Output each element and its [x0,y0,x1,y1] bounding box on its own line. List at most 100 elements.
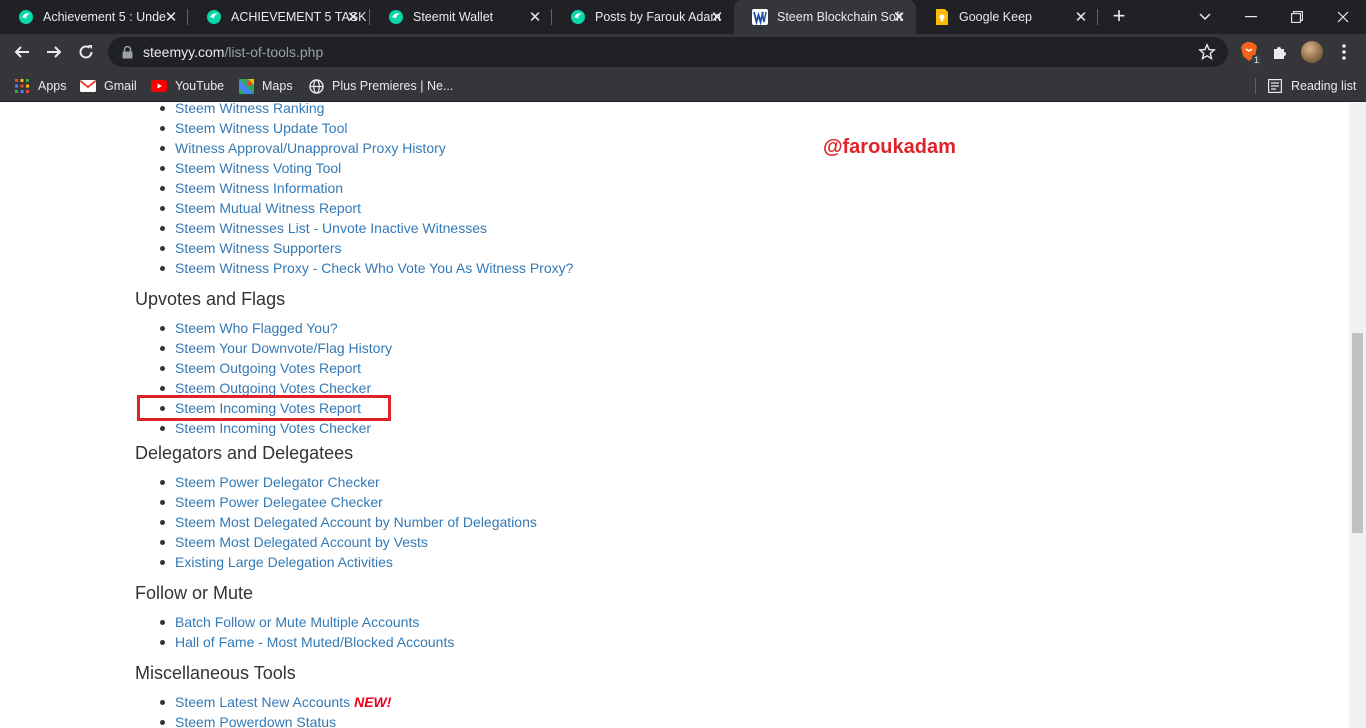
bookmark-plus-premieres[interactable]: Plus Premieres | Ne... [308,76,453,96]
restore-button[interactable] [1274,0,1320,34]
steemit-icon [570,9,586,25]
back-arrow-icon [14,46,29,58]
tool-link[interactable]: Existing Large Delegation Activities [175,554,393,570]
tool-link[interactable]: Steem Witness Voting Tool [175,160,341,176]
bookmark-gmail[interactable]: Gmail [80,76,137,96]
tool-link[interactable]: Steem Mutual Witness Report [175,200,361,216]
list-item: Steem Power Delegatee Checker [160,492,835,512]
extension-badge: 1 [1251,55,1261,65]
tab-search-button[interactable] [1182,0,1228,34]
tool-link[interactable]: Steem Who Flagged You? [175,320,338,336]
steemit-icon [206,9,222,25]
tool-link[interactable]: Steem Witness Supporters [175,240,342,256]
close-tab-icon[interactable]: ✕ [162,8,180,26]
list-item: Steem Most Delegated Account by Vests [160,532,835,552]
globe-icon [308,78,324,94]
tool-link[interactable]: Steem Witness Ranking [175,103,324,116]
tool-link[interactable]: Steem Outgoing Votes Checker [175,380,371,396]
tool-link[interactable]: Steem Witness Update Tool [175,120,348,136]
bookmark-star-icon[interactable] [1198,43,1216,61]
list-item: Steem Latest New Accounts NEW! [160,692,835,712]
tab-achievement-5-task[interactable]: ACHIEVEMENT 5 TASK ✕ [188,0,370,34]
highlight-annotation-box [137,395,391,421]
list-item: Steem Mutual Witness Report [160,198,835,218]
list-item: Steem Power Delegator Checker [160,472,835,492]
list-item: Steem Witness Information [160,178,835,198]
list-item: Batch Follow or Mute Multiple Accounts [160,612,835,632]
scrollbar-thumb[interactable] [1352,333,1363,533]
bookmark-apps[interactable]: Apps [14,76,67,96]
tool-link[interactable]: Hall of Fame - Most Muted/Blocked Accoun… [175,634,454,650]
close-tab-icon[interactable]: ✕ [1072,8,1090,26]
close-tab-icon[interactable]: ✕ [708,8,726,26]
tool-link[interactable]: Steem Witness Information [175,180,343,196]
extensions-puzzle-icon[interactable] [1270,42,1290,62]
list-item: Steem Incoming Votes Checker [160,418,835,438]
tool-link[interactable]: Steem Witnesses List - Unvote Inactive W… [175,220,487,236]
tool-link[interactable]: Steem Powerdown Status [175,714,336,728]
steemyy-icon [752,9,768,25]
bookmark-youtube[interactable]: YouTube [151,76,224,96]
witness-tools-list: Steem Witness Ranking Steem Witness Upda… [135,103,835,278]
minimize-button[interactable] [1228,0,1274,34]
new-badge: NEW! [354,694,392,710]
miscellaneous-list: Steem Latest New Accounts NEW! Steem Powe… [135,692,835,728]
list-item: Steem Who Flagged You? [160,318,835,338]
steemit-icon [18,9,34,25]
tab-achievement-5-unde[interactable]: Achievement 5 : Unde ✕ [0,0,188,34]
google-keep-icon [934,9,950,25]
kebab-menu-icon[interactable] [1334,42,1354,62]
close-window-button[interactable] [1320,0,1366,34]
profile-avatar[interactable] [1301,41,1323,63]
tab-posts-by-farouk-adam[interactable]: Posts by Farouk Adam ✕ [552,0,734,34]
reading-list-button[interactable]: Reading list [1255,76,1356,96]
tool-link[interactable]: Steem Outgoing Votes Report [175,360,361,376]
tool-link[interactable]: Steem Witness Proxy - Check Who Vote You… [175,260,573,276]
apps-grid-icon [14,78,30,94]
reload-button[interactable] [72,38,100,66]
list-item: Steem Powerdown Status [160,712,835,728]
new-tab-button[interactable]: + [1108,5,1130,28]
reading-list-icon [1267,78,1283,94]
close-tab-icon[interactable]: ✕ [526,8,544,26]
section-heading-upvotes-and-flags: Upvotes and Flags [135,289,286,309]
list-item: Steem Witnesses List - Unvote Inactive W… [160,218,835,238]
close-tab-icon[interactable]: ✕ [344,8,362,26]
tab-steem-blockchain-soft[interactable]: Steem Blockchain Soft ✕ [734,0,916,34]
tool-link[interactable]: Steem Incoming Votes Checker [175,420,371,436]
tool-link[interactable]: Batch Follow or Mute Multiple Accounts [175,614,419,630]
browser-toolbar: steemyy.com/list-of-tools.php 1 [0,34,1366,70]
tool-link[interactable]: Steem Most Delegated Account by Vests [175,534,428,550]
tool-link[interactable]: Steem Most Delegated Account by Number o… [175,514,537,530]
back-button[interactable] [8,38,36,66]
forward-button[interactable] [40,38,68,66]
page-scrollbar[interactable] [1349,103,1366,728]
maps-icon [238,78,254,94]
tool-link[interactable]: Steem Power Delegatee Checker [175,494,383,510]
bookmark-maps[interactable]: Maps [238,76,293,96]
tab-google-keep[interactable]: Google Keep ✕ [916,0,1098,34]
author-watermark: @faroukadam [823,136,956,158]
list-item: Steem Witness Supporters [160,238,835,258]
section-heading-follow-or-mute: Follow or Mute [135,583,254,603]
list-item: Steem Witness Voting Tool [160,158,835,178]
forward-arrow-icon [47,46,62,58]
close-tab-icon[interactable]: ✕ [890,8,908,26]
address-bar[interactable]: steemyy.com/list-of-tools.php [108,37,1228,67]
list-item: Witness Approval/Unapproval Proxy Histor… [160,138,835,158]
tool-link[interactable]: Witness Approval/Unapproval Proxy Histor… [175,140,446,156]
section-heading-miscellaneous: Miscellaneous Tools [135,663,296,683]
steemit-icon [388,9,404,25]
list-item: Steem Your Downvote/Flag History [160,338,835,358]
tool-link[interactable]: Steem Your Downvote/Flag History [175,340,392,356]
gmail-icon [80,78,96,94]
tool-link[interactable]: Steem Latest New Accounts [175,694,350,710]
tab-steemit-wallet[interactable]: Steemit Wallet ✕ [370,0,552,34]
lock-icon[interactable] [120,45,134,59]
list-item: Steem Witness Ranking [160,103,835,118]
brave-extension-icon[interactable]: 1 [1239,42,1261,65]
tab-strip: Achievement 5 : Unde ✕ ACHIEVEMENT 5 TAS… [0,0,1366,34]
section-heading-delegators: Delegators and Delegatees [135,443,354,463]
bookmarks-bar: Apps Gmail YouTube Maps Plus Premieres |… [0,70,1366,102]
tool-link[interactable]: Steem Power Delegator Checker [175,474,380,490]
